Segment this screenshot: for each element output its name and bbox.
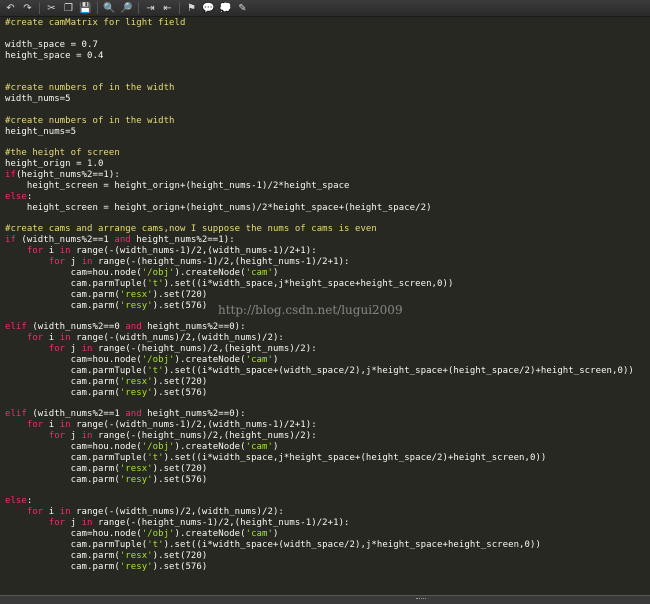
code-line: elif (width_nums%2==0 and height_nums%2=…	[5, 322, 246, 332]
code-line: else:	[5, 192, 33, 202]
code-line: cam=hou.node('/obj').createNode('cam')	[5, 442, 279, 452]
code-line: width_nums=5	[5, 94, 71, 104]
code-line: for j in range(-(height_nums)/2,(height_…	[48, 431, 317, 441]
code-line: height_screen = height_orign+(height_num…	[5, 181, 350, 191]
code-line: #create camMatrix for light field	[5, 18, 186, 28]
code-line: for i in range(-(width_nums-1)/2,(width_…	[26, 420, 317, 430]
code-line: cam.parm('resy').set(576)	[5, 301, 208, 311]
comment-icon[interactable]: 💬	[202, 2, 215, 15]
code-line: cam=hou.node('/obj').createNode('cam')	[5, 268, 279, 278]
code-line: elif (width_nums%2==1 and height_nums%2=…	[5, 409, 246, 419]
code-line: for j in range(-(height_nums-1)/2,(heigh…	[48, 257, 350, 267]
code-line: cam.parm('resy').set(576)	[5, 388, 208, 398]
indent-icon[interactable]: ⇥	[144, 2, 157, 15]
blog-watermark: http://blog.csdn.net/lugui2009	[218, 303, 403, 317]
code-line: cam.parmTuple('t').set((i*width_space+(w…	[5, 366, 634, 376]
find-replace-icon[interactable]: 🔎	[120, 2, 133, 15]
code-line: cam.parm('resx').set(720)	[5, 290, 208, 300]
code-line: else:	[5, 496, 33, 506]
code-line: height_orign = 1.0	[5, 159, 104, 169]
code-line: width_space = 0.7	[5, 40, 98, 50]
code-line: cam.parm('resx').set(720)	[5, 464, 208, 474]
code-line: height_screen = height_orign+(height_num…	[5, 203, 432, 213]
code-line: cam.parm('resy').set(576)	[5, 562, 208, 572]
code-line: cam.parmTuple('t').set((i*width_space,j*…	[5, 279, 454, 289]
code-line: cam=hou.node('/obj').createNode('cam')	[5, 355, 279, 365]
undo-icon[interactable]: ↶	[4, 2, 17, 15]
code-line: #the height of screen	[5, 148, 120, 158]
code-line: for i in range(-(width_nums)/2,(width_nu…	[26, 507, 284, 517]
code-line: for j in range(-(height_nums-1)/2,(heigh…	[48, 518, 350, 528]
save-icon[interactable]: 💾	[79, 2, 92, 15]
outdent-icon[interactable]: ⇤	[161, 2, 174, 15]
code-line: height_space = 0.4	[5, 51, 104, 61]
code-line: cam.parmTuple('t').set((i*width_space,j*…	[5, 453, 547, 463]
toolbar-separator	[138, 2, 139, 14]
cut-icon[interactable]: ✂	[45, 2, 58, 15]
code-line: for j in range(-(height_nums)/2,(height_…	[48, 344, 317, 354]
toolbar-separator	[39, 2, 40, 14]
uncomment-icon[interactable]: 💭	[219, 2, 232, 15]
toolbar-separator	[97, 2, 98, 14]
code-line: for i in range(-(width_nums)/2,(width_nu…	[26, 333, 284, 343]
find-icon[interactable]: 🔍	[103, 2, 116, 15]
code-line: cam.parm('resx').set(720)	[5, 551, 208, 561]
editor-toolbar: ↶ ↷ ✂ ❐ 💾 🔍 🔎 ⇥ ⇤ ⚑ 💬 💭 ✎	[0, 0, 650, 17]
code-line: cam=hou.node('/obj').createNode('cam')	[5, 529, 279, 539]
resize-grip-icon[interactable]	[416, 598, 426, 601]
code-line: #create cams and arrange cams,now I supp…	[5, 224, 377, 234]
redo-icon[interactable]: ↷	[21, 2, 34, 15]
code-line: cam.parm('resx').set(720)	[5, 377, 208, 387]
code-line: cam.parm('resy').set(576)	[5, 475, 208, 485]
notes-icon[interactable]: ✎	[236, 2, 249, 15]
code-line: cam.parmTuple('t').set((i*width_space+(w…	[5, 540, 541, 550]
code-line: #create numbers of in the width	[5, 116, 175, 126]
code-line: if(height_nums%2==1):	[5, 170, 120, 180]
toolbar-separator	[179, 2, 180, 14]
copy-icon[interactable]: ❐	[62, 2, 75, 15]
code-line: #create numbers of in the width	[5, 83, 175, 93]
code-line: height_nums=5	[5, 127, 77, 137]
bookmark-icon[interactable]: ⚑	[185, 2, 198, 15]
code-line: for i in range(-(width_nums-1)/2,(width_…	[26, 246, 317, 256]
code-line: if (width_nums%2==1 and height_nums%2==1…	[5, 235, 235, 245]
